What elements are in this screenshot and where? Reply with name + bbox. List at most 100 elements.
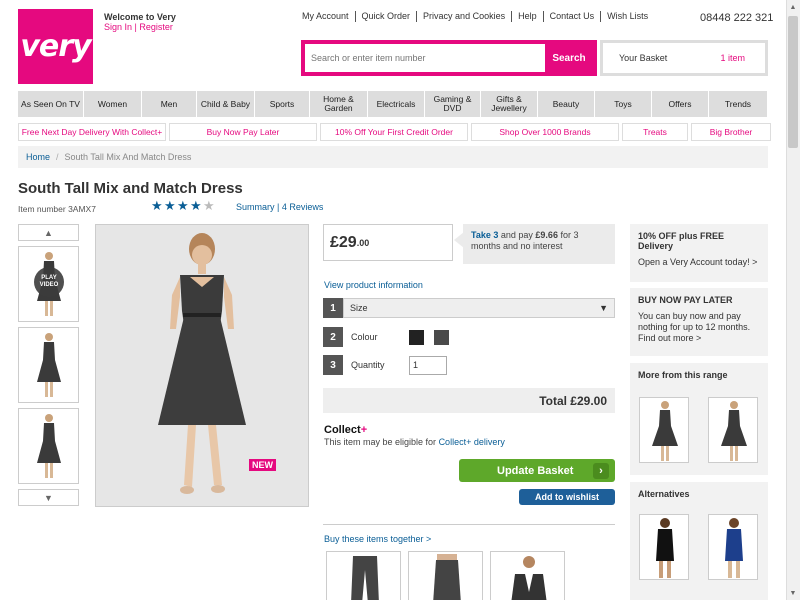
register-link[interactable]: Register — [139, 22, 173, 32]
wishlists-link[interactable]: Wish Lists — [600, 11, 654, 22]
nav-item[interactable]: Trends — [709, 91, 768, 117]
promo-link[interactable]: Shop Over 1000 Brands — [471, 123, 619, 141]
finance-offer: Take 3 and pay £9.66 for 3 months and no… — [463, 224, 615, 264]
main-product-image[interactable]: NEW — [95, 224, 309, 507]
quick-order-link[interactable]: Quick Order — [354, 11, 417, 22]
quantity-option-row: 3 Quantity 1 — [323, 355, 615, 375]
promo-link[interactable]: Big Brother — [691, 123, 771, 141]
phone-number: 08448 222 321 — [700, 12, 774, 24]
view-product-info-link[interactable]: View product information — [324, 280, 423, 290]
bnpl-panel[interactable]: BUY NOW PAY LATER You can buy now and pa… — [630, 288, 768, 356]
sign-in-link[interactable]: Sign In — [104, 22, 132, 32]
privacy-link[interactable]: Privacy and Cookies — [416, 11, 511, 22]
colour-swatch-black[interactable] — [409, 329, 424, 345]
nav-item[interactable]: As Seen On TV — [18, 91, 84, 117]
quantity-label: Quantity — [351, 360, 385, 370]
account-offer-panel[interactable]: 10% OFF plus FREE Delivery Open a Very A… — [630, 224, 768, 282]
collect-eligible-text: This item may be eligible for Collect+ d… — [324, 437, 505, 447]
nav-item[interactable]: Women — [84, 91, 142, 117]
collect-plus-logo: Collect+ — [324, 424, 367, 436]
promo-link[interactable]: 10% Off Your First Credit Order — [320, 123, 468, 141]
search-input[interactable] — [305, 44, 545, 72]
range-item-2[interactable] — [708, 397, 758, 463]
quantity-input[interactable]: 1 — [409, 355, 447, 375]
collect-text: This item may be eligible for — [324, 437, 437, 447]
size-label: Size — [350, 303, 368, 313]
dress-figure-image — [652, 401, 678, 461]
product-title: South Tall Mix and Match Dress — [18, 180, 243, 197]
bnpl-text[interactable]: You can buy now and pay nothing for up t… — [638, 311, 760, 344]
promo-link[interactable]: Free Next Day Delivery With Collect+ — [18, 123, 166, 141]
collect-plus-sign: + — [360, 424, 368, 436]
star-icon: ★ — [164, 198, 176, 213]
size-select[interactable]: Size ▼ — [343, 298, 615, 318]
colour-option-row: 2 Colour — [323, 327, 615, 347]
star-icon: ★ — [190, 198, 202, 213]
help-link[interactable]: Help — [511, 11, 543, 22]
black-dress-image — [656, 518, 674, 578]
offer-text[interactable]: Open a Very Account today! > — [638, 257, 760, 268]
range-title: More from this range — [638, 370, 728, 380]
alternative-item-2[interactable] — [708, 514, 758, 580]
nav-item[interactable]: Offers — [652, 91, 709, 117]
item-number: Item number 3AMX7 — [18, 204, 96, 214]
thumb-up-button[interactable]: ▲ — [18, 224, 79, 241]
image-thumbnail-2[interactable] — [18, 408, 79, 484]
star-icon: ★ — [177, 198, 189, 213]
nav-item[interactable]: Electricals — [368, 91, 425, 117]
video-thumbnail[interactable]: PLAY VIDEO — [18, 246, 79, 322]
promo-link[interactable]: Buy Now Pay Later — [169, 123, 317, 141]
range-item-1[interactable] — [639, 397, 689, 463]
step-number: 3 — [323, 355, 343, 375]
dress-figure-image — [721, 401, 747, 461]
contact-link[interactable]: Contact Us — [542, 11, 601, 22]
alternatives-title: Alternatives — [638, 489, 690, 499]
price-box: £29.00 — [323, 224, 453, 261]
bundle-item-jacket[interactable] — [490, 551, 565, 600]
buy-together-link[interactable]: Buy these items together > — [324, 534, 431, 544]
nav-item[interactable]: Men — [142, 91, 197, 117]
thumb-down-button[interactable]: ▼ — [18, 489, 79, 506]
add-to-wishlist-button[interactable]: Add to wishlist — [519, 489, 615, 505]
scroll-up-icon[interactable]: ▲ — [786, 0, 800, 14]
dress-figure-image — [36, 333, 61, 397]
summary-link[interactable]: Summary — [236, 202, 275, 212]
play-video-icon[interactable]: PLAY VIDEO — [34, 267, 64, 297]
bundle-item-trousers[interactable] — [326, 551, 401, 600]
nav-item[interactable]: Child & Baby — [197, 91, 255, 117]
collect-brand: Collect — [324, 424, 361, 436]
reviews-link[interactable]: 4 Reviews — [282, 202, 324, 212]
colour-swatch-grey[interactable] — [434, 329, 449, 345]
nav-item[interactable]: Sports — [255, 91, 310, 117]
jacket-image — [511, 556, 547, 600]
update-basket-label: Update Basket — [497, 464, 574, 477]
nav-item[interactable]: Home & Garden — [310, 91, 368, 117]
search-button[interactable]: Search — [545, 44, 593, 72]
finance-amount: £9.66 — [535, 230, 558, 240]
update-basket-button[interactable]: Update Basket › — [459, 459, 615, 482]
breadcrumb-home[interactable]: Home — [26, 152, 50, 162]
nav-item[interactable]: Toys — [595, 91, 652, 117]
nav-item[interactable]: Gaming & DVD — [425, 91, 481, 117]
alternative-item-1[interactable] — [639, 514, 689, 580]
nav-item[interactable]: Gifts & Jewellery — [481, 91, 538, 117]
offer-title: 10% OFF plus FREE Delivery — [638, 231, 725, 251]
scroll-down-icon[interactable]: ▼ — [786, 586, 800, 600]
reviews-links: Summary | 4 Reviews — [236, 202, 324, 212]
basket-count: 1 item — [720, 53, 745, 63]
total-price: Total £29.00 — [323, 388, 615, 413]
dress-figure-image — [36, 414, 61, 478]
bundle-item-skirt[interactable] — [408, 551, 483, 600]
my-account-link[interactable]: My Account — [296, 11, 355, 22]
finance-text: and pay — [500, 230, 533, 240]
product-page: very Welcome to Very Sign In | Register … — [0, 0, 800, 600]
very-logo[interactable]: very — [18, 9, 93, 84]
scrollbar-thumb[interactable] — [788, 16, 798, 148]
divider — [323, 524, 615, 525]
basket-summary[interactable]: Your Basket 1 item — [600, 40, 768, 76]
image-thumbnail-1[interactable] — [18, 327, 79, 403]
step-number: 2 — [323, 327, 343, 347]
promo-link[interactable]: Treats — [622, 123, 688, 141]
collect-delivery-link[interactable]: Collect+ delivery — [439, 437, 505, 447]
nav-item[interactable]: Beauty — [538, 91, 595, 117]
